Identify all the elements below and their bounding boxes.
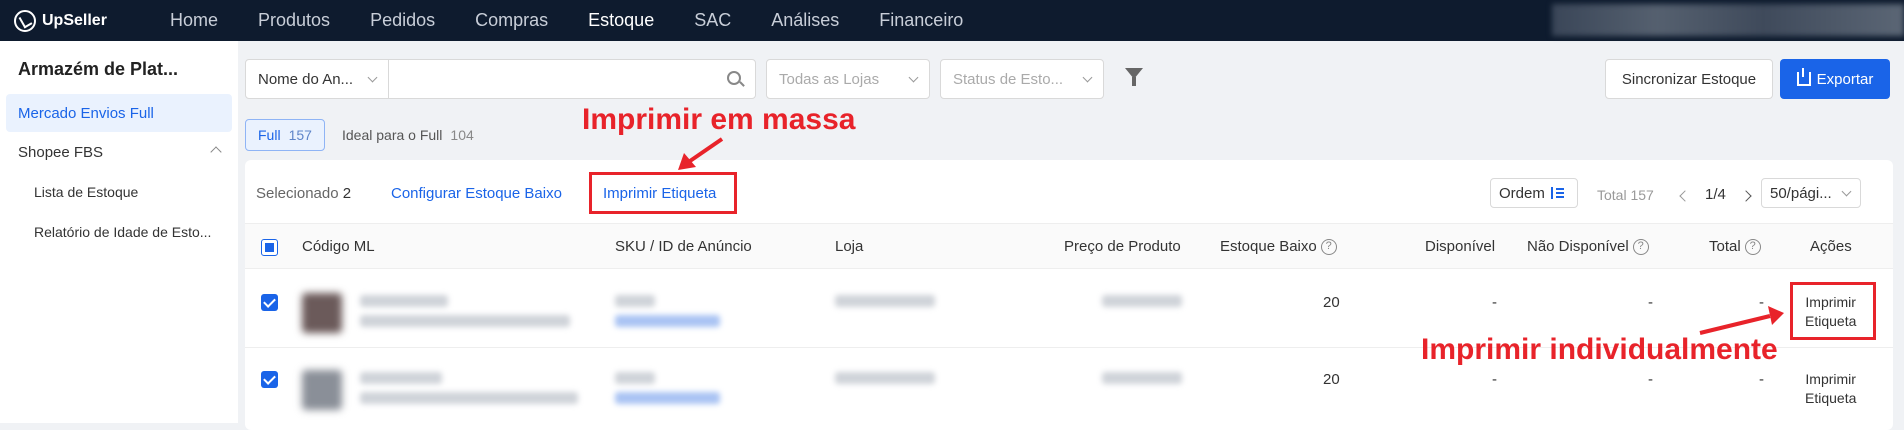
annotation-arrows xyxy=(678,137,1784,335)
arrow-to-bulk-print xyxy=(678,137,724,170)
arrow-to-single-print xyxy=(1699,306,1784,335)
